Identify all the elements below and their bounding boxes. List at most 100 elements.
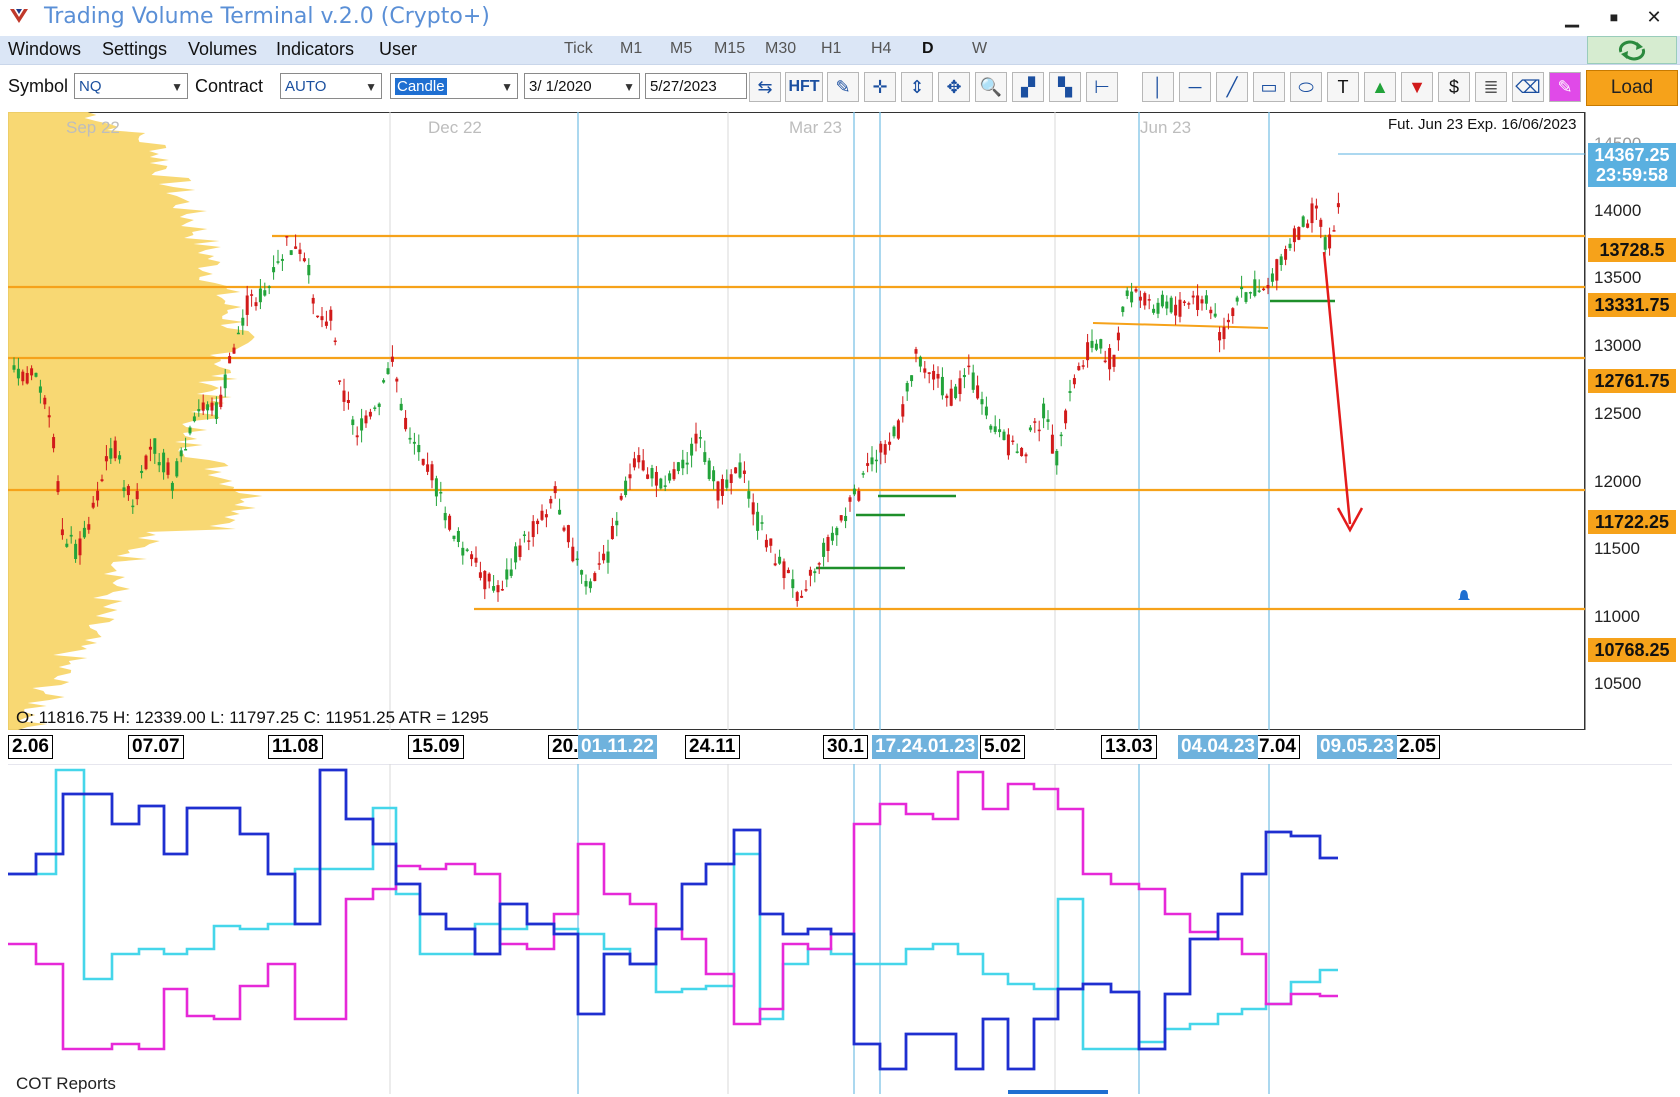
date-axis-label: 11.08 — [268, 735, 323, 759]
menu-windows[interactable]: Windows — [8, 39, 81, 60]
candle-body — [509, 569, 513, 576]
clear-tool[interactable]: ⌫ — [1512, 72, 1544, 102]
timeframe-m5[interactable]: M5 — [670, 40, 692, 58]
candle-body — [1125, 290, 1129, 296]
candle-body — [448, 515, 452, 530]
candle-body — [1006, 434, 1010, 456]
timeframe-tick[interactable]: Tick — [564, 40, 593, 58]
level-tag[interactable]: 12761.75 — [1588, 369, 1676, 393]
candle-body — [619, 495, 623, 500]
candle-body — [971, 372, 975, 390]
horizontal-line-tool[interactable]: ─ — [1179, 72, 1211, 102]
price-chart[interactable] — [8, 112, 1680, 730]
rectangle-tool[interactable]: ▭ — [1253, 72, 1285, 102]
delta-button[interactable]: ▚ — [1049, 72, 1081, 102]
candle-body — [905, 383, 909, 392]
cluster-button[interactable]: ▞ — [1012, 72, 1044, 102]
timeframe-w[interactable]: W — [972, 40, 987, 58]
zoom-button[interactable]: 🔍 — [975, 72, 1007, 102]
crosshair-button[interactable]: ✛ — [864, 72, 896, 102]
timeframe-m1[interactable]: M1 — [620, 40, 642, 58]
candle-body — [245, 295, 249, 315]
candle-body — [672, 469, 676, 480]
color-pen-tool[interactable]: ✎ — [1549, 72, 1581, 102]
candle-body — [505, 569, 509, 580]
candle-body — [747, 491, 751, 499]
date-axis-label: 15.09 — [408, 735, 464, 759]
menu-indicators[interactable]: Indicators — [276, 39, 354, 60]
color-pen-icon: ✎ — [1557, 77, 1573, 97]
minimize-button[interactable]: ▁ — [1552, 4, 1592, 30]
timeframe-m30[interactable]: M30 — [765, 40, 796, 58]
trend-line-tool[interactable]: ╱ — [1216, 72, 1248, 102]
candle-body — [1099, 339, 1103, 349]
candle-body — [1055, 450, 1059, 466]
candle-body — [958, 378, 962, 395]
candle-body — [1046, 419, 1050, 422]
candle-body — [782, 561, 786, 579]
contract-select[interactable]: AUTO ▼ — [280, 73, 382, 99]
text-tool[interactable]: T — [1327, 72, 1359, 102]
highlighted-date: 01.11.22 — [578, 735, 657, 759]
candle-body — [1297, 227, 1301, 240]
date-from-picker[interactable]: 3/ 1/2020 ▼ — [524, 73, 640, 99]
buy-arrow-tool[interactable]: ▲ — [1364, 72, 1396, 102]
candle-body — [795, 592, 799, 601]
close-button[interactable]: ✕ — [1634, 4, 1674, 30]
timeframe-h1[interactable]: H1 — [821, 40, 841, 58]
ellipse-tool[interactable]: ⬭ — [1290, 72, 1322, 102]
candle-body — [364, 415, 368, 424]
candle-body — [637, 455, 641, 463]
level-tag[interactable]: 13728.5 — [1588, 238, 1676, 262]
dollar-label: $ — [1448, 77, 1459, 97]
menu-volumes[interactable]: Volumes — [188, 39, 257, 60]
pen-tool-button[interactable]: ✎ — [827, 72, 859, 102]
horizontal-line-icon: ─ — [1188, 77, 1202, 97]
candle-body — [1279, 256, 1283, 266]
candle-body — [566, 525, 570, 543]
fibonacci-tool[interactable]: ≣ — [1475, 72, 1507, 102]
level-tag[interactable]: 13331.75 — [1588, 293, 1676, 317]
period-label: Jun 23 — [1140, 118, 1192, 137]
vertical-line-tool[interactable]: │ — [1142, 72, 1174, 102]
sell-arrow-tool[interactable]: ▼ — [1401, 72, 1433, 102]
chart-type-select[interactable]: Candle ▼ — [390, 73, 518, 99]
maximize-button[interactable]: ■ — [1594, 4, 1634, 30]
fit-button[interactable]: ✥ — [938, 72, 970, 102]
price-tool[interactable]: $ — [1438, 72, 1470, 102]
date-axis[interactable]: 2.06 07.07 11.08 15.09 20. 01.11.22 24.1… — [0, 732, 1680, 762]
candle-body — [980, 399, 984, 405]
candle-body — [830, 532, 834, 541]
timeframe-m15[interactable]: M15 — [714, 40, 745, 58]
load-button[interactable]: Load — [1586, 70, 1678, 106]
candle-body — [421, 458, 425, 465]
candle-body — [254, 302, 258, 307]
level-tag[interactable]: 11722.25 — [1588, 510, 1676, 534]
candle-body — [258, 288, 262, 303]
cot-panel[interactable] — [8, 764, 1672, 1094]
candle-body — [1310, 203, 1314, 224]
arrows-tool-button[interactable]: ⇆ — [749, 72, 781, 102]
date-to-picker[interactable]: 5/27/2023 — [645, 73, 747, 99]
candle-body — [1050, 434, 1054, 454]
candle-body — [628, 474, 632, 479]
menu-settings[interactable]: Settings — [102, 39, 167, 60]
candle-body — [527, 540, 531, 542]
timeframe-h4[interactable]: H4 — [871, 40, 891, 58]
symbol-select[interactable]: NQ ▼ — [74, 73, 188, 99]
candle-body — [483, 571, 487, 590]
timeframe-d[interactable]: D — [922, 40, 934, 58]
candle-body — [280, 258, 284, 261]
vertical-zoom-button[interactable]: ⇕ — [901, 72, 933, 102]
range-button[interactable]: ⊢ — [1086, 72, 1118, 102]
refresh-button[interactable] — [1587, 36, 1677, 64]
candle-body — [1108, 348, 1112, 370]
candle-body — [514, 546, 518, 563]
level-tag[interactable]: 10768.25 — [1588, 638, 1676, 662]
candle-body — [439, 492, 443, 494]
candle-body — [263, 290, 267, 296]
hft-button[interactable]: HFT — [785, 72, 823, 102]
menu-user[interactable]: User — [379, 39, 417, 60]
candle-body — [368, 411, 372, 417]
candle-body — [967, 365, 971, 368]
